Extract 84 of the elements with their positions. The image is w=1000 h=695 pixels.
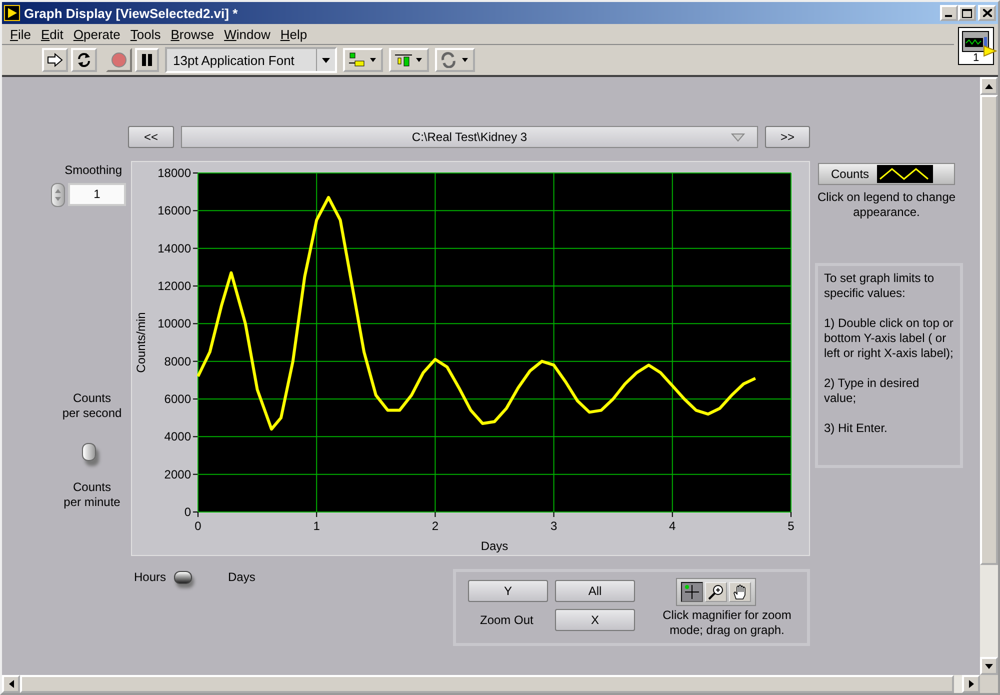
run-continuously-button[interactable]	[71, 48, 97, 72]
dropdown-arrow-icon	[322, 58, 330, 62]
cycle-arrows-icon	[76, 52, 92, 68]
up-down-arrows-icon	[54, 188, 62, 202]
days-label: Days	[228, 570, 256, 585]
counts-per-minute-label: Counts per minute	[62, 480, 122, 510]
align-button[interactable]	[343, 48, 383, 72]
menu-item[interactable]: Window	[224, 26, 270, 42]
vi-icon[interactable]: 1	[958, 27, 994, 65]
zoom-x-button[interactable]: X	[555, 609, 635, 631]
distribute-button[interactable]	[389, 48, 429, 72]
y-tick-label[interactable]: 6000	[164, 392, 191, 406]
x-tick-label[interactable]: 5	[788, 519, 794, 533]
y-axis-title: Counts/min	[134, 312, 148, 373]
minimize-button[interactable]	[940, 5, 958, 21]
maximize-icon	[962, 8, 972, 18]
menu-item[interactable]: Browse	[170, 26, 214, 42]
counts-per-second-label: Counts per second	[61, 391, 123, 421]
left-arrow-icon	[8, 680, 14, 688]
run-arrow-icon	[47, 53, 63, 67]
up-arrow-icon	[985, 84, 993, 88]
y-tick-label[interactable]: 8000	[164, 354, 191, 368]
instruction-text: To set graph limits to specific values:	[824, 271, 936, 301]
magnifier-icon	[708, 584, 724, 600]
hours-label: Hours	[134, 570, 166, 585]
path-dropdown[interactable]: C:\Real Test\Kidney 3	[181, 126, 758, 148]
y-tick-label[interactable]: 2000	[164, 467, 191, 482]
x-tick-label[interactable]: 1	[313, 519, 320, 533]
close-button[interactable]	[978, 5, 996, 21]
graph-tool-button[interactable]	[681, 582, 703, 602]
distribute-objects-icon	[394, 52, 424, 68]
menu-item[interactable]: Edit	[40, 26, 64, 42]
zoom-y-button[interactable]: Y	[468, 580, 548, 602]
y-tick-label[interactable]: 12000	[158, 279, 191, 293]
instruction-text: 3) Hit Enter.	[824, 421, 888, 436]
x-tick-label[interactable]: 2	[432, 519, 439, 533]
vertical-scrollbar[interactable]	[980, 77, 998, 675]
y-tick-label[interactable]: 16000	[158, 204, 191, 218]
smoothing-label: Smoothing	[64, 163, 122, 178]
pause-icon	[141, 53, 153, 67]
next-button[interactable]: >>	[765, 126, 810, 148]
zoom-out-label: Zoom Out	[480, 613, 534, 628]
y-tick-label[interactable]: 14000	[158, 241, 191, 256]
maximize-button[interactable]	[958, 5, 976, 21]
zoom-all-button[interactable]: All	[555, 580, 635, 602]
connector-number: 1	[972, 53, 980, 64]
instruction-text: 2) Type in desired value;	[824, 376, 920, 406]
line-sample-icon	[877, 165, 934, 183]
align-objects-icon	[348, 52, 378, 68]
increment-spinner[interactable]	[51, 183, 65, 207]
font-dropdown[interactable]: 13pt Application Font	[165, 47, 337, 73]
y-tick-label[interactable]: 4000	[164, 430, 191, 444]
zoom-caption: Click magnifier for zoom mode; drag on graph.	[662, 608, 792, 638]
pause-button[interactable]	[135, 48, 159, 72]
down-arrow-icon	[985, 664, 993, 668]
legend-caption: Click on legend to change appearance.	[816, 190, 957, 220]
right-arrow-icon	[968, 680, 974, 688]
graph-monitor-icon	[962, 31, 990, 53]
close-icon	[982, 9, 992, 17]
dropdown-arrow-icon	[731, 133, 745, 142]
y-tick-label[interactable]: 0	[184, 505, 191, 519]
reorder-button[interactable]	[435, 48, 475, 72]
previous-button[interactable]: <<	[128, 126, 174, 148]
arrow-icon	[983, 45, 997, 57]
smoothing-field[interactable]: 1	[68, 183, 126, 206]
x-axis-title: Days	[480, 539, 508, 553]
x-tick-label[interactable]: 4	[669, 519, 676, 533]
crosshair-icon	[684, 584, 700, 600]
window-title: Graph Display [ViewSelected2.vi] *	[24, 6, 238, 20]
y-tick-label[interactable]: 10000	[158, 316, 191, 331]
menu-item[interactable]: Help	[280, 26, 308, 42]
plot-legend[interactable]: Counts	[818, 163, 955, 185]
hand-icon	[732, 584, 748, 600]
x-tick-label[interactable]: 0	[194, 519, 202, 533]
instruction-text: 1) Double click on top or bottom Y-axis label ( or left or right X-axis label);	[824, 316, 954, 361]
menu-item[interactable]: File	[10, 26, 31, 42]
plot-area[interactable]	[198, 173, 791, 512]
reorder-arrows-icon	[440, 52, 470, 68]
x-tick-label[interactable]: 3	[550, 519, 558, 533]
menu-item[interactable]: Operate	[73, 26, 120, 42]
y-tick-label[interactable]: 18000	[158, 166, 191, 180]
horizontal-scrollbar[interactable]	[2, 675, 980, 693]
run-button[interactable]	[42, 48, 68, 72]
menu-item[interactable]: Tools	[130, 26, 161, 42]
